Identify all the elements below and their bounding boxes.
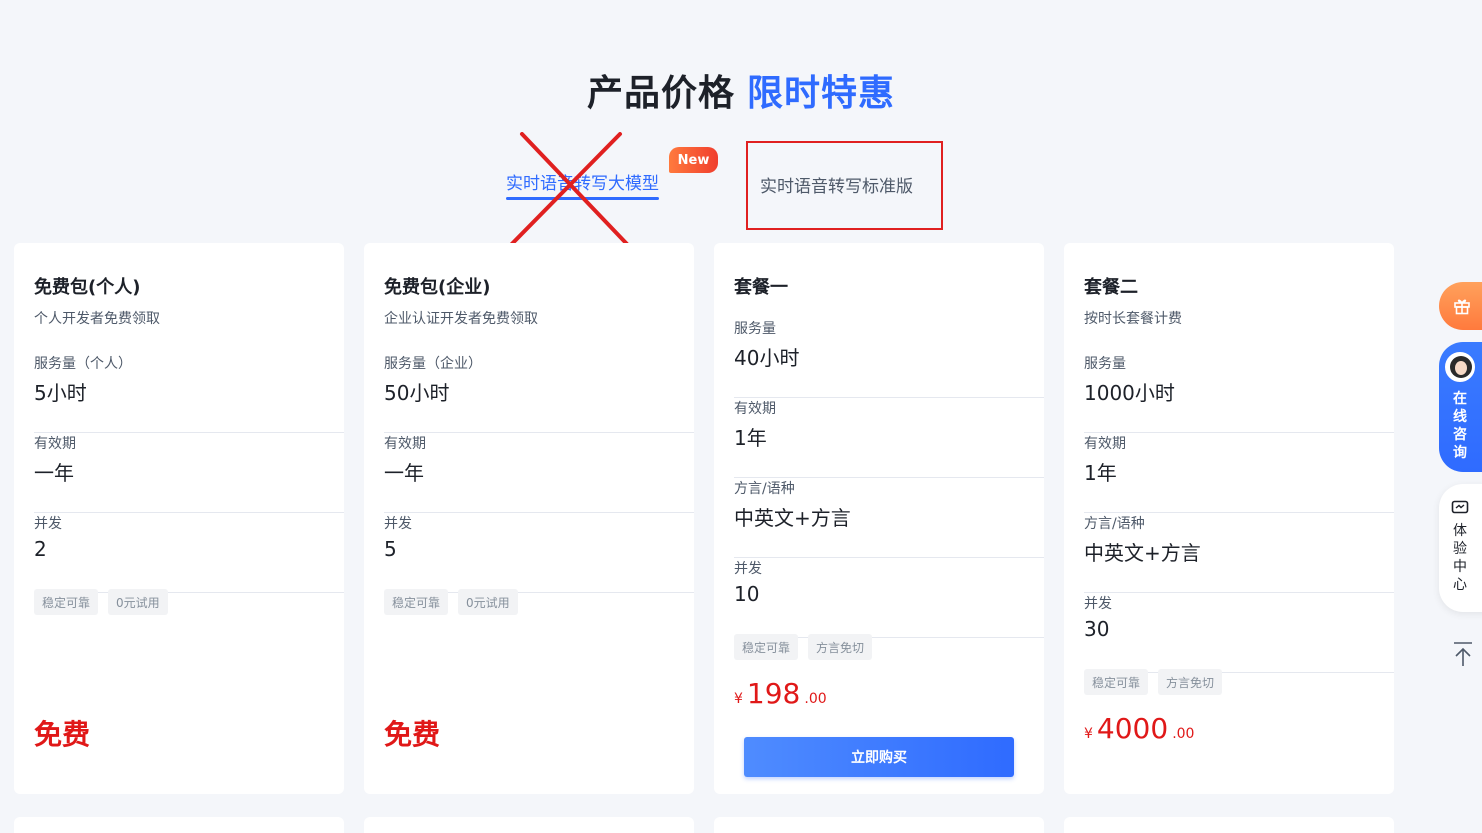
plan-desc: 企业认证开发者免费领取 xyxy=(384,311,538,327)
tag: 方言免切 xyxy=(1158,669,1223,695)
price: ¥198.00 xyxy=(734,677,827,710)
plan-card-free-personal: 免费包(个人) 个人开发者免费领取 服务量（个人） 5小时 有效期 一年 并发 … xyxy=(14,243,344,794)
tag-list: 稳定可靠 方言免切 xyxy=(1084,669,1223,695)
plan-card-free-enterprise: 免费包(企业) 企业认证开发者免费领取 服务量（企业） 50小时 有效期 一年 … xyxy=(364,243,694,794)
row-value: 1年 xyxy=(734,426,767,450)
price-currency: ¥ xyxy=(1084,726,1093,742)
price-free: 免费 xyxy=(34,718,91,751)
plan-row: 有效期 一年 xyxy=(34,433,344,513)
plan-card-package-1: 套餐一 服务量 40小时 有效期 1年 方言/语种 中英文+方言 并发 10 稳… xyxy=(714,243,1044,794)
tag: 稳定可靠 xyxy=(384,589,449,615)
row-label: 有效期 xyxy=(384,436,426,452)
plan-row: 服务量（企业） 50小时 xyxy=(384,353,694,433)
row-label: 服务量 xyxy=(734,321,776,337)
row-label: 方言/语种 xyxy=(1084,516,1145,532)
plan-row: 服务量 40小时 xyxy=(734,318,1044,398)
price-decimal: .00 xyxy=(804,691,827,707)
tag: 0元试用 xyxy=(458,589,518,615)
tab-standard-label: 实时语音转写标准版 xyxy=(760,177,913,197)
tab-llm[interactable]: 实时语音转写大模型 xyxy=(506,169,659,200)
price-free: 免费 xyxy=(384,718,441,751)
tag: 稳定可靠 xyxy=(1084,669,1149,695)
title-highlight: 限时特惠 xyxy=(747,73,896,114)
back-to-top-icon[interactable] xyxy=(1452,640,1474,668)
title-main: 产品价格 xyxy=(586,73,735,114)
plan-name: 套餐一 xyxy=(734,277,788,298)
row-value: 一年 xyxy=(34,461,74,485)
row-value: 1年 xyxy=(1084,461,1117,485)
online-consult-button[interactable]: 在线咨询 xyxy=(1439,342,1482,472)
monitor-icon xyxy=(1451,500,1469,514)
plan-row: 有效期 一年 xyxy=(384,433,694,513)
row-label: 并发 xyxy=(384,516,412,532)
next-card xyxy=(714,817,1044,833)
plan-card-package-2: 套餐二 按时长套餐计费 服务量 1000小时 有效期 1年 方言/语种 中英文+… xyxy=(1064,243,1394,794)
gift-button[interactable] xyxy=(1439,282,1482,330)
price-decimal: .00 xyxy=(1172,726,1195,742)
tag: 0元试用 xyxy=(108,589,168,615)
next-card xyxy=(364,817,694,833)
next-card xyxy=(14,817,344,833)
row-label: 并发 xyxy=(34,516,62,532)
row-value: 10 xyxy=(734,582,760,606)
tag-list: 稳定可靠 0元试用 xyxy=(34,589,168,615)
next-card xyxy=(1064,817,1394,833)
plan-name: 套餐二 xyxy=(1084,277,1138,298)
buy-now-button[interactable]: 立即购买 xyxy=(744,737,1014,777)
plan-row: 并发 2 xyxy=(34,513,344,593)
experience-label: 体验中心 xyxy=(1453,523,1467,593)
row-value: 50小时 xyxy=(384,381,450,405)
row-label: 服务量（企业） xyxy=(384,356,482,372)
tab-active-underline xyxy=(506,197,659,200)
plan-row: 方言/语种 中英文+方言 xyxy=(1084,513,1394,593)
row-value: 40小时 xyxy=(734,346,800,370)
row-label: 并发 xyxy=(1084,596,1112,612)
tag: 方言免切 xyxy=(808,634,873,660)
row-label: 有效期 xyxy=(34,436,76,452)
page-title: 产品价格 限时特惠 xyxy=(0,64,1482,116)
row-value: 5小时 xyxy=(34,381,87,405)
tag: 稳定可靠 xyxy=(34,589,99,615)
plan-row: 方言/语种 中英文+方言 xyxy=(734,478,1044,558)
row-value: 中英文+方言 xyxy=(1084,541,1201,565)
plan-row: 有效期 1年 xyxy=(734,398,1044,478)
tab-standard[interactable]: 实时语音转写标准版 xyxy=(760,172,913,197)
plan-row: 服务量（个人） 5小时 xyxy=(34,353,344,433)
row-value: 2 xyxy=(34,537,47,561)
plan-name: 免费包(企业) xyxy=(384,277,491,298)
row-value: 一年 xyxy=(384,461,424,485)
plan-row: 有效期 1年 xyxy=(1084,433,1394,513)
plan-desc: 个人开发者免费领取 xyxy=(34,311,160,327)
price-currency: ¥ xyxy=(734,691,743,707)
tab-llm-label: 实时语音转写大模型 xyxy=(506,174,659,194)
consult-label: 在线咨询 xyxy=(1453,391,1467,461)
price-integer: 4000 xyxy=(1096,712,1169,745)
row-label: 有效期 xyxy=(734,401,776,417)
row-value: 30 xyxy=(1084,617,1110,641)
row-label: 有效期 xyxy=(1084,436,1126,452)
price-integer: 198 xyxy=(746,677,801,710)
new-badge: New xyxy=(669,147,718,173)
experience-center-button[interactable]: 体验中心 xyxy=(1439,484,1482,612)
row-label: 服务量 xyxy=(1084,356,1126,372)
row-label: 方言/语种 xyxy=(734,481,795,497)
gift-icon xyxy=(1454,299,1470,315)
tag-list: 稳定可靠 0元试用 xyxy=(384,589,518,615)
tag: 稳定可靠 xyxy=(734,634,799,660)
avatar xyxy=(1445,352,1475,382)
tag-list: 稳定可靠 方言免切 xyxy=(734,634,873,660)
row-value: 中英文+方言 xyxy=(734,506,851,530)
row-value: 1000小时 xyxy=(1084,381,1175,405)
plan-row: 并发 30 xyxy=(1084,593,1394,673)
price: ¥4000.00 xyxy=(1084,712,1194,745)
plan-name: 免费包(个人) xyxy=(34,277,141,298)
plan-row: 并发 5 xyxy=(384,513,694,593)
row-label: 并发 xyxy=(734,561,762,577)
row-label: 服务量（个人） xyxy=(34,356,132,372)
plan-row: 并发 10 xyxy=(734,558,1044,638)
plan-row: 服务量 1000小时 xyxy=(1084,353,1394,433)
row-value: 5 xyxy=(384,537,397,561)
plan-desc: 按时长套餐计费 xyxy=(1084,311,1182,327)
